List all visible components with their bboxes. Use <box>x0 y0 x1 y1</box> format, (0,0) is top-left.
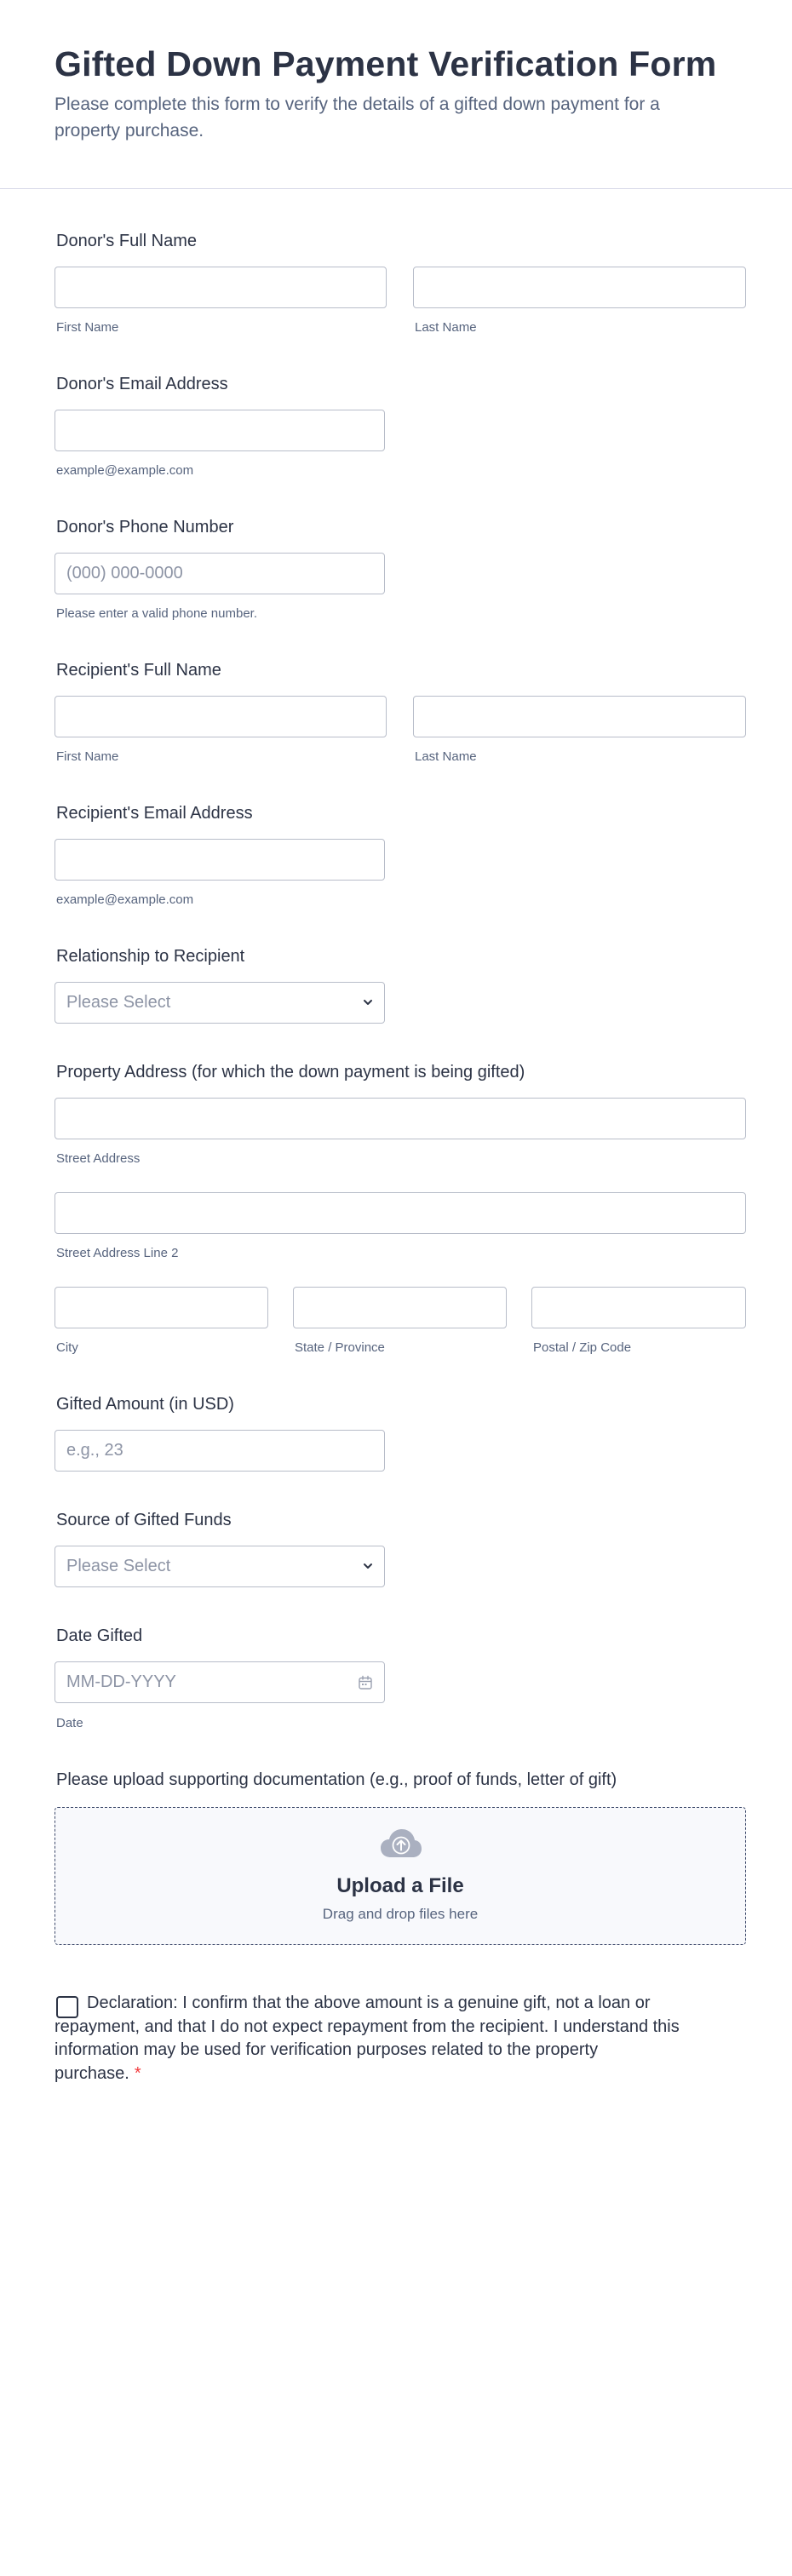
source-select[interactable]: Please Select <box>55 1546 385 1587</box>
state-sublabel: State / Province <box>295 1340 385 1355</box>
donor-phone-label: Donor's Phone Number <box>56 518 234 536</box>
declaration-text: Declaration: I confirm that the above am… <box>55 1994 680 2083</box>
donor-last-name-sublabel: Last Name <box>415 320 477 335</box>
donor-first-name-sublabel: First Name <box>56 320 119 335</box>
recipient-last-name-input[interactable] <box>413 696 746 737</box>
donor-name-label: Donor's Full Name <box>56 232 197 250</box>
donor-last-name-input[interactable] <box>413 267 746 308</box>
street-address-line2-sublabel: Street Address Line 2 <box>56 1246 179 1260</box>
date-sublabel: Date <box>56 1716 83 1730</box>
street-address-line2-input[interactable] <box>55 1192 746 1234</box>
required-asterisk: * <box>134 2063 141 2083</box>
recipient-last-name-sublabel: Last Name <box>415 749 477 764</box>
relationship-placeholder: Please Select <box>66 993 171 1012</box>
zip-input[interactable] <box>531 1287 746 1328</box>
amount-label: Gifted Amount (in USD) <box>56 1395 234 1414</box>
donor-first-name-input[interactable] <box>55 267 387 308</box>
donor-phone-input[interactable]: (000) 000-0000 <box>55 553 385 594</box>
donor-phone-placeholder: (000) 000-0000 <box>66 564 183 582</box>
chevron-down-icon <box>364 1000 372 1005</box>
donor-phone-sublabel: Please enter a valid phone number. <box>56 606 257 621</box>
date-input[interactable]: MM-DD-YYYY <box>55 1661 385 1703</box>
donor-email-input[interactable] <box>55 410 385 451</box>
relationship-select[interactable]: Please Select <box>55 982 385 1024</box>
recipient-email-sublabel: example@example.com <box>56 892 194 907</box>
source-label: Source of Gifted Funds <box>56 1511 232 1529</box>
street-address-sublabel: Street Address <box>56 1151 141 1166</box>
amount-placeholder: e.g., 23 <box>66 1441 123 1460</box>
form-subtitle: Please complete this form to verify the … <box>55 95 660 141</box>
city-input[interactable] <box>55 1287 268 1328</box>
street-address-input[interactable] <box>55 1098 746 1139</box>
relationship-label: Relationship to Recipient <box>56 947 245 966</box>
chevron-down-icon <box>364 1563 372 1569</box>
calendar-icon[interactable] <box>358 1675 373 1690</box>
zip-sublabel: Postal / Zip Code <box>533 1340 632 1355</box>
upload-label: Please upload supporting documentation (… <box>56 1770 617 1789</box>
declaration-label: Declaration: I confirm that the above am… <box>55 1992 685 2085</box>
recipient-email-label: Recipient's Email Address <box>56 804 253 823</box>
cloud-upload-icon <box>381 1829 422 1857</box>
recipient-first-name-input[interactable] <box>55 696 387 737</box>
date-placeholder: MM-DD-YYYY <box>66 1672 176 1691</box>
upload-subtitle: Drag and drop files here <box>322 1906 479 1922</box>
file-upload-dropzone[interactable]: Upload a File Drag and drop files here <box>55 1807 746 1945</box>
recipient-name-label: Recipient's Full Name <box>56 661 221 680</box>
donor-email-label: Donor's Email Address <box>56 375 228 393</box>
source-placeholder: Please Select <box>66 1557 171 1575</box>
state-input[interactable] <box>293 1287 507 1328</box>
date-label: Date Gifted <box>56 1626 143 1645</box>
amount-input[interactable]: e.g., 23 <box>55 1430 385 1472</box>
form-title: Gifted Down Payment Verification Form <box>55 44 717 83</box>
city-sublabel: City <box>56 1340 78 1355</box>
donor-email-sublabel: example@example.com <box>56 463 194 478</box>
address-label: Property Address (for which the down pay… <box>56 1063 525 1081</box>
recipient-first-name-sublabel: First Name <box>56 749 119 764</box>
form-header: Gifted Down Payment Verification Form Pl… <box>0 0 792 189</box>
recipient-email-input[interactable] <box>55 839 385 881</box>
upload-title: Upload a File <box>336 1874 464 1897</box>
